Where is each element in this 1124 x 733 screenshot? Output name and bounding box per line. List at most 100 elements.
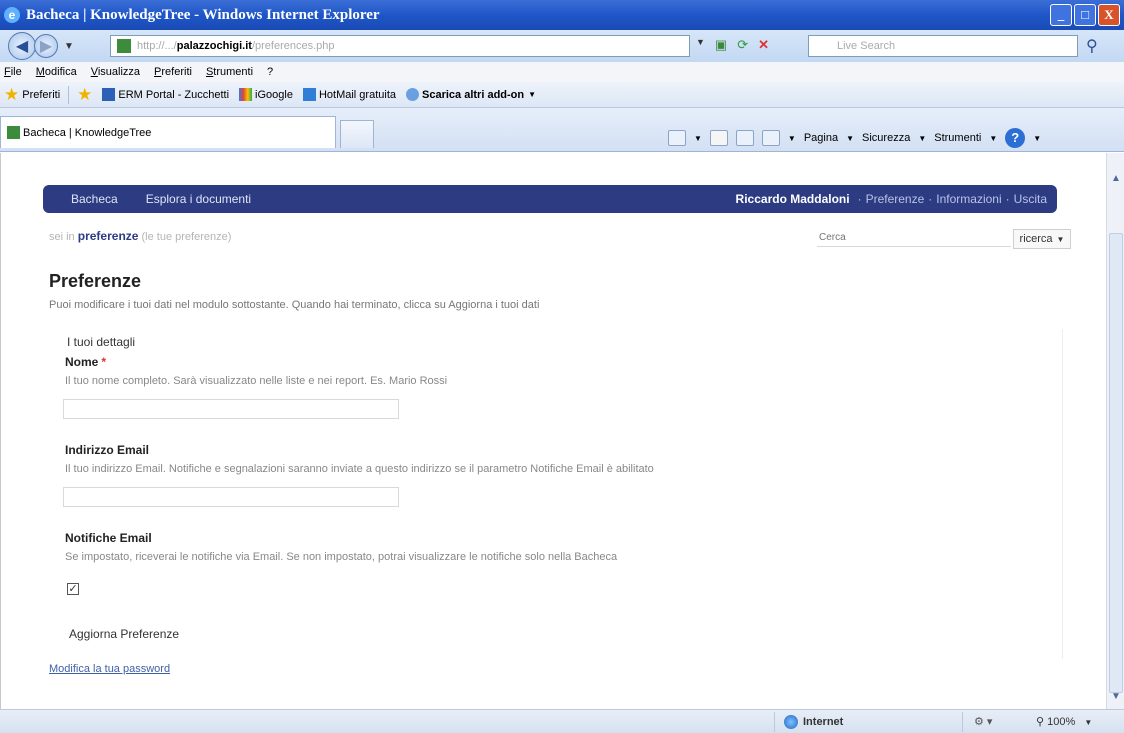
kt-navbar: Bacheca Esplora i documenti Riccardo Mad…	[43, 185, 1057, 213]
favorites-button[interactable]: Preferiti	[22, 89, 60, 101]
title-bar: e Bacheca | KnowledgeTree - Windows Inte…	[0, 0, 1124, 30]
site-favicon-icon	[117, 39, 131, 53]
separator: ·	[857, 192, 862, 206]
fav-igoogle[interactable]: iGoogle	[239, 88, 293, 101]
kt-search-input[interactable]	[817, 229, 1011, 247]
stop-icon[interactable]: ✕	[758, 37, 769, 53]
zoom-level[interactable]: ⚲ 100% ▼	[1036, 715, 1092, 728]
maximize-button[interactable]: □	[1074, 4, 1096, 26]
chevron-down-icon[interactable]: ▼	[788, 134, 796, 143]
breadcrumb: sei in preferenze (le tue preferenze)	[49, 229, 232, 243]
live-search-input[interactable]: Live Search	[808, 35, 1078, 57]
divider	[962, 712, 963, 732]
name-description: Il tuo nome completo. Sarà visualizzato …	[65, 375, 448, 387]
hotmail-icon	[302, 88, 316, 101]
tab-bacheca[interactable]: Bacheca | KnowledgeTree	[0, 116, 336, 148]
change-password-link[interactable]: Modifica la tua password	[49, 663, 170, 675]
address-bar: ◀ ▶ ▼ http://.../ palazzochigi.it /prefe…	[0, 30, 1124, 62]
email-label: Indirizzo Email	[65, 443, 150, 457]
window-controls: _ □ X	[1050, 4, 1120, 26]
page-intro: Puoi modificare i tuoi dati nel modulo s…	[49, 299, 540, 311]
kt-search-button[interactable]: ricerca ▼	[1013, 229, 1071, 249]
url-dropdown-icon[interactable]: ▼	[696, 37, 705, 53]
feeds-icon[interactable]	[709, 130, 728, 146]
menu-preferiti[interactable]: Preferiti	[154, 66, 192, 78]
vertical-scrollbar[interactable]: ▲ ▼	[1106, 153, 1124, 709]
protected-mode-icon[interactable]: ⚙ ▾	[974, 715, 992, 728]
menu-strumenti[interactable]: Strumenti	[206, 66, 253, 78]
close-button[interactable]: X	[1098, 4, 1120, 26]
browser-window: e Bacheca | KnowledgeTree - Windows Inte…	[0, 0, 1124, 733]
fav-erm-portal[interactable]: ERM Portal - Zucchetti	[102, 88, 229, 101]
nav-esplora[interactable]: Esplora i documenti	[146, 192, 251, 206]
mail-icon[interactable]	[735, 130, 754, 146]
scroll-up-icon[interactable]: ▲	[1111, 173, 1121, 184]
search-icon[interactable]: ⚲	[1086, 36, 1098, 56]
breadcrumb-current[interactable]: preferenze	[78, 229, 139, 243]
new-tab-button[interactable]	[340, 120, 374, 148]
igoogle-icon	[239, 88, 253, 101]
tab-favicon-icon	[7, 126, 20, 139]
menu-visualizza[interactable]: Visualizza	[91, 66, 140, 78]
chevron-down-icon: ▼	[1056, 234, 1065, 244]
command-bar: ▼ ▼ Pagina ▼ Sicurezza ▼ Strumenti ▼ ? ▼	[668, 128, 1041, 148]
nav-preferenze[interactable]: Preferenze	[866, 192, 925, 206]
tools-menu[interactable]: Strumenti	[934, 132, 981, 144]
fav-hotmail[interactable]: HotMail gratuita	[302, 88, 396, 101]
chevron-down-icon[interactable]: ▼	[694, 134, 702, 143]
update-preferences-button[interactable]: Aggiorna Preferenze	[69, 627, 179, 641]
notify-checkbox[interactable]: ✓	[67, 583, 79, 595]
page-title: Preferenze	[49, 271, 142, 291]
address-tools: ▼ ▣ ⟳ ✕	[696, 37, 769, 53]
ie-logo-icon: e	[4, 7, 20, 23]
menu-modifica[interactable]: Modifica	[36, 66, 77, 78]
name-label: Nome *	[65, 355, 107, 369]
chevron-down-icon: ▼	[989, 133, 998, 143]
email-field[interactable]	[63, 487, 399, 507]
back-button[interactable]: ◀	[8, 32, 36, 60]
user-name: Riccardo Maddaloni	[735, 192, 850, 206]
print-icon[interactable]	[761, 130, 780, 146]
scroll-down-icon[interactable]: ▼	[1111, 691, 1121, 702]
home-icon[interactable]	[668, 130, 686, 146]
divider	[774, 712, 775, 732]
nav-uscita[interactable]: Uscita	[1014, 192, 1047, 206]
refresh-icon[interactable]: ⟳	[737, 37, 748, 53]
window-title: Bacheca | KnowledgeTree - Windows Intern…	[26, 6, 380, 23]
help-icon[interactable]: ?	[1005, 128, 1026, 148]
add-favorite-icon[interactable]: ★	[77, 85, 92, 105]
erm-icon	[102, 88, 116, 101]
name-field[interactable]	[63, 399, 399, 419]
status-bar: Internet ⚙ ▾ ⚲ 100% ▼	[0, 709, 1124, 733]
chevron-down-icon: ▼	[528, 90, 537, 99]
url-field[interactable]: http://.../ palazzochigi.it /preferences…	[110, 35, 690, 57]
security-menu[interactable]: Sicurezza	[862, 132, 910, 144]
nav-informazioni[interactable]: Informazioni	[936, 192, 1001, 206]
menu-file[interactable]: File	[4, 66, 22, 78]
favorites-star-icon[interactable]: ★	[4, 85, 19, 105]
page-viewport: Bacheca Esplora i documenti Riccardo Mad…	[0, 153, 1106, 709]
tab-bar: Bacheca | KnowledgeTree ▼ ▼ Pagina ▼ Sic…	[0, 108, 1124, 152]
addon-icon	[406, 88, 420, 101]
notify-description: Se impostato, riceverai le notifiche via…	[65, 551, 618, 563]
chevron-down-icon: ▼	[1084, 718, 1093, 727]
chevron-down-icon: ▼	[1033, 133, 1042, 143]
fieldset-legend: I tuoi dettagli	[67, 335, 136, 349]
zoom-icon: ⚲	[1036, 716, 1045, 728]
fav-addons[interactable]: Scarica altri add-on ▼	[406, 88, 536, 101]
user-menu: Riccardo Maddaloni · Preferenze · Inform…	[736, 192, 1047, 206]
nav-bacheca[interactable]: Bacheca	[71, 192, 118, 206]
history-dropdown-icon[interactable]: ▼	[64, 41, 74, 52]
minimize-button[interactable]: _	[1050, 4, 1072, 26]
compatibility-icon[interactable]: ▣	[715, 37, 727, 53]
separator: ·	[928, 192, 933, 206]
divider	[68, 85, 70, 104]
forward-button[interactable]: ▶	[34, 34, 58, 58]
security-zone[interactable]: Internet	[784, 715, 843, 729]
globe-icon	[784, 715, 798, 729]
chevron-down-icon: ▼	[918, 133, 927, 143]
menu-help[interactable]: ?	[267, 66, 273, 78]
notify-label: Notifiche Email	[65, 531, 152, 545]
page-menu[interactable]: Pagina	[804, 132, 838, 144]
scroll-thumb[interactable]	[1109, 233, 1123, 693]
